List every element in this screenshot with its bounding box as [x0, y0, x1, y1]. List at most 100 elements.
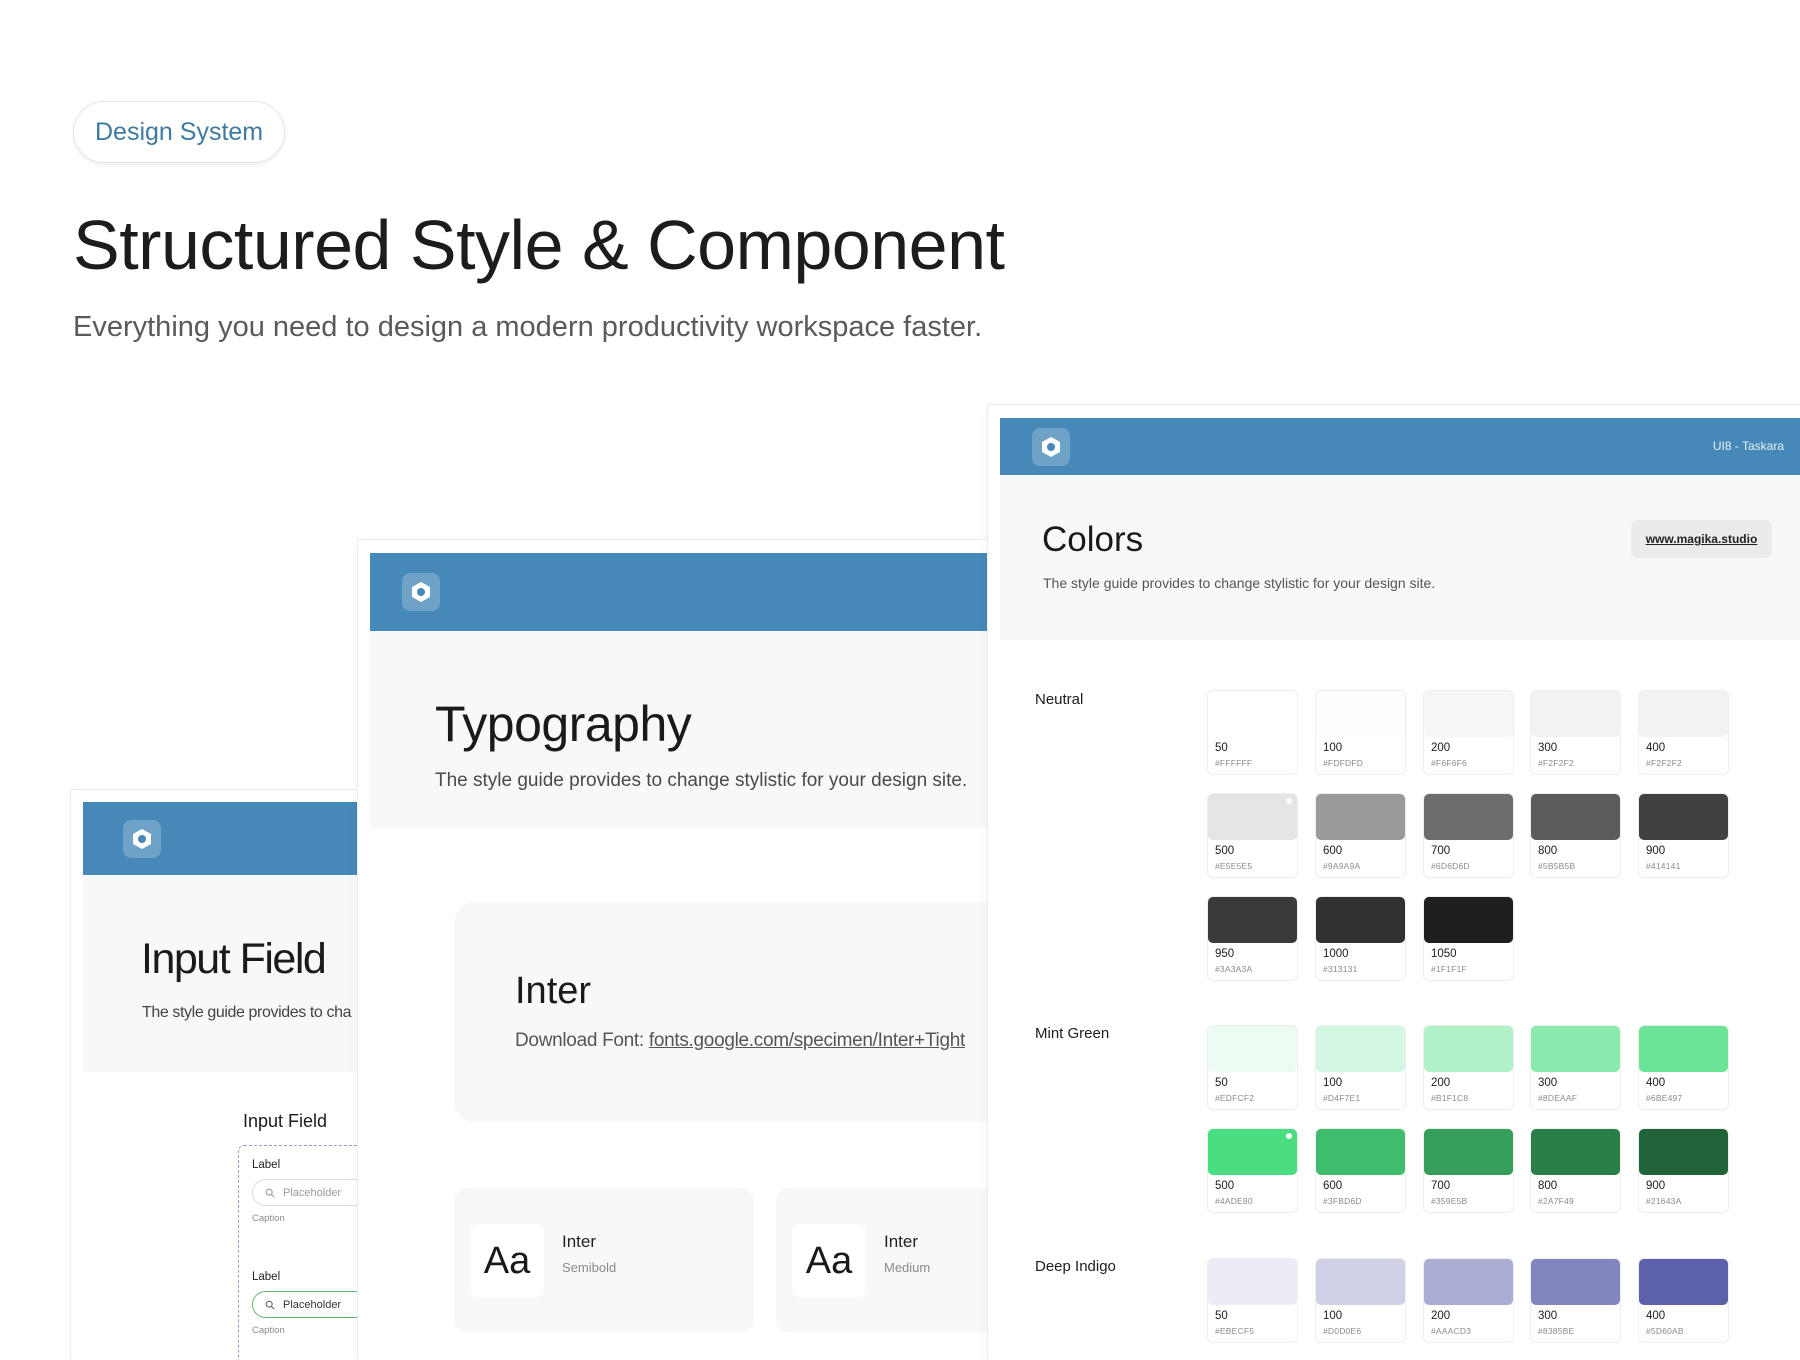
hexagon-ring-icon	[402, 573, 440, 611]
color-swatch[interactable]: 300 #8385BE	[1530, 1258, 1621, 1343]
color-swatch[interactable]: 900 #414141	[1638, 793, 1729, 878]
field-label: Label	[252, 1271, 281, 1283]
color-swatch[interactable]: 900 #21643A	[1638, 1128, 1729, 1213]
color-swatch[interactable]: 300 #F2F2F2	[1530, 690, 1621, 775]
color-swatch[interactable]: 1000 #313131	[1315, 896, 1406, 981]
color-swatch[interactable]: 700 #6D6D6D	[1423, 793, 1514, 878]
swatch-hex: #414141	[1646, 861, 1681, 871]
color-group-title: Mint Green	[1035, 1025, 1110, 1042]
swatch-color	[1531, 794, 1620, 840]
field-caption: Caption	[252, 1213, 285, 1224]
color-swatch[interactable]: 100 #D4F7E1	[1315, 1025, 1406, 1110]
font-glyph: Aa	[792, 1224, 866, 1298]
input-field-title: Input Field	[141, 935, 327, 983]
swatch-name: 800	[1538, 845, 1558, 857]
swatch-name: 100	[1323, 742, 1343, 754]
swatch-hex: #EDFCF2	[1215, 1093, 1255, 1103]
swatch-hex: #D0D0E6	[1323, 1326, 1362, 1336]
swatch-color	[1424, 794, 1513, 840]
swatch-color	[1208, 1026, 1297, 1072]
color-swatch[interactable]: 200 #AAACD3	[1423, 1258, 1514, 1343]
swatch-color	[1639, 1129, 1728, 1175]
colors-title: Colors	[1042, 520, 1144, 559]
swatch-name: 100	[1323, 1310, 1343, 1322]
swatch-name: 300	[1538, 742, 1558, 754]
swatch-name: 900	[1646, 1180, 1666, 1192]
swatch-name: 50	[1215, 1077, 1228, 1089]
color-swatch[interactable]: 200 #F6F6F6	[1423, 690, 1514, 775]
color-swatch[interactable]: 400 #F2F2F2	[1638, 690, 1729, 775]
website-link-button[interactable]: www.magika.studio	[1631, 520, 1772, 558]
design-system-badge: Design System	[73, 101, 286, 163]
text-input-focus[interactable]: Placeholder	[252, 1291, 371, 1318]
swatch-hex: #3FBD6D	[1323, 1196, 1362, 1206]
color-swatch[interactable]: 500 #4ADE80	[1207, 1128, 1298, 1213]
color-swatch[interactable]: 1050 #1F1F1F	[1423, 896, 1514, 981]
swatch-color	[1424, 691, 1513, 737]
color-swatch[interactable]: 800 #2A7F49	[1530, 1128, 1621, 1213]
swatch-hex: #F2F2F2	[1538, 758, 1574, 768]
input-field-card: Input Field The style guide provides to …	[71, 790, 371, 1360]
color-swatch[interactable]: 300 #8DEAAF	[1530, 1025, 1621, 1110]
color-swatch[interactable]: 400 #6BE497	[1638, 1025, 1729, 1110]
color-swatch[interactable]: 100 #D0D0E6	[1315, 1258, 1406, 1343]
colors-card: UI8 - Taskara Colors The style guide pro…	[988, 405, 1800, 1360]
color-group-title: Neutral	[1035, 691, 1084, 708]
swatch-hex: #1F1F1F	[1431, 964, 1467, 974]
swatch-hex: #AAACD3	[1431, 1326, 1472, 1336]
swatch-hex: #6BE497	[1646, 1093, 1683, 1103]
typography-title: Typography	[435, 696, 692, 752]
color-swatch[interactable]: 200 #B1F1C8	[1423, 1025, 1514, 1110]
color-swatch[interactable]: 600 #9A9A9A	[1315, 793, 1406, 878]
swatch-hex: #E5E5E5	[1215, 861, 1253, 871]
swatch-color	[1639, 691, 1728, 737]
swatch-name: 800	[1538, 1180, 1558, 1192]
swatch-name: 1000	[1323, 948, 1349, 960]
font-download-link[interactable]: fonts.google.com/specimen/Inter+Tight	[649, 1030, 965, 1051]
swatch-color	[1424, 1026, 1513, 1072]
color-swatch[interactable]: 500 #E5E5E5	[1207, 793, 1298, 878]
font-sample-name: Inter	[884, 1232, 919, 1251]
color-swatch[interactable]: 50 #FFFFFF	[1207, 690, 1298, 775]
text-input-default[interactable]: Placeholder	[252, 1179, 371, 1206]
swatch-color	[1316, 1129, 1405, 1175]
swatch-name: 700	[1431, 1180, 1451, 1192]
swatch-hex: #B1F1C8	[1431, 1093, 1469, 1103]
swatch-color	[1208, 897, 1297, 943]
swatch-name: 600	[1323, 1180, 1343, 1192]
swatch-hex: #D4F7E1	[1323, 1093, 1361, 1103]
input-placeholder: Placeholder	[283, 1298, 342, 1311]
swatch-hex: #8385BE	[1538, 1326, 1575, 1336]
colors-description: The style guide provides to change styli…	[1043, 575, 1436, 591]
typography-description: The style guide provides to change styli…	[435, 770, 968, 791]
swatch-color	[1531, 1026, 1620, 1072]
swatch-color	[1208, 794, 1297, 840]
swatch-hex: #F6F6F6	[1431, 758, 1467, 768]
search-icon	[265, 1300, 275, 1310]
font-sample-name: Inter	[562, 1232, 597, 1251]
swatch-hex: #21643A	[1646, 1196, 1682, 1206]
swatch-name: 600	[1323, 845, 1343, 857]
swatch-name: 300	[1538, 1310, 1558, 1322]
color-swatch[interactable]: 50 #EBECF5	[1207, 1258, 1298, 1343]
selected-dot-icon	[1286, 798, 1292, 804]
swatch-hex: #F2F2F2	[1646, 758, 1682, 768]
font-download: Download Font: fonts.google.com/specimen…	[515, 1030, 965, 1052]
swatch-name: 200	[1431, 1310, 1451, 1322]
color-swatch[interactable]: 700 #359E5B	[1423, 1128, 1514, 1213]
color-swatch[interactable]: 950 #3A3A3A	[1207, 896, 1298, 981]
selected-dot-icon	[1286, 1133, 1292, 1139]
swatch-hex: #313131	[1323, 964, 1358, 974]
field-label: Label	[252, 1159, 281, 1171]
card-header-bar	[83, 802, 371, 875]
swatch-name: 50	[1215, 742, 1228, 754]
input-field-section-title: Input Field	[243, 1111, 328, 1131]
swatch-hex: #4ADE80	[1215, 1196, 1253, 1206]
color-swatch[interactable]: 400 #5D60AB	[1638, 1258, 1729, 1343]
color-swatch[interactable]: 800 #5B5B5B	[1530, 793, 1621, 878]
color-swatch[interactable]: 50 #EDFCF2	[1207, 1025, 1298, 1110]
swatch-name: 400	[1646, 1310, 1666, 1322]
color-swatch[interactable]: 600 #3FBD6D	[1315, 1128, 1406, 1213]
swatch-hex: #6D6D6D	[1431, 861, 1470, 871]
color-swatch[interactable]: 100 #FDFDFD	[1315, 690, 1406, 775]
